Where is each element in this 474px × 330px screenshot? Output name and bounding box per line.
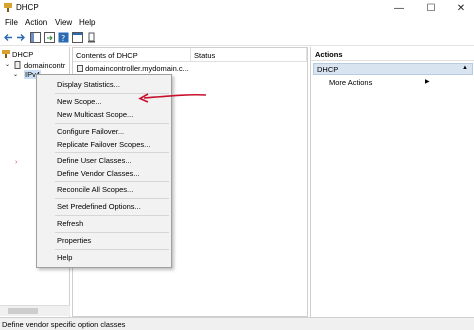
collapse-icon[interactable]: ⌄ (5, 61, 10, 68)
menu-separator (55, 232, 169, 233)
tree-item-dhcp[interactable]: DHCP (12, 50, 33, 59)
actions-pane: Actions DHCP ▲ More Actions ▶ (310, 47, 474, 317)
actions-header: Actions (311, 47, 474, 61)
dhcp-icon (2, 50, 10, 58)
scrollbar-thumb[interactable] (8, 308, 38, 314)
menu-separator (55, 181, 169, 182)
server-tree-icon (14, 61, 21, 69)
menu-separator (55, 215, 169, 216)
actions-group-dhcp[interactable]: DHCP ▲ (313, 63, 473, 75)
export-list-icon[interactable] (44, 32, 55, 43)
close-button[interactable]: ✕ (446, 0, 474, 16)
chevron-right-icon: ▶ (425, 79, 430, 85)
annotation-arrow-icon (138, 93, 207, 103)
back-arrow-icon[interactable] (3, 32, 14, 43)
server-icon (77, 65, 83, 73)
menu-item-define-user-classes[interactable]: Define User Classes... (57, 156, 132, 165)
show-tree-icon[interactable] (30, 32, 41, 43)
column-header-contents[interactable]: Contents of DHCP (73, 48, 191, 62)
minimize-button[interactable]: — (384, 0, 414, 16)
menu-separator (55, 123, 169, 124)
forward-arrow-icon[interactable] (15, 32, 26, 43)
menu-item-reconcile-all-scopes[interactable]: Reconcile All Scopes... (57, 185, 133, 194)
menu-separator (55, 249, 169, 250)
menu-separator (55, 198, 169, 199)
menu-item-help[interactable]: Help (57, 253, 72, 262)
more-actions-item[interactable]: More Actions (329, 78, 372, 87)
collapse-icon[interactable]: ⌄ (13, 71, 18, 78)
menu-item-properties[interactable]: Properties (57, 236, 91, 245)
list-item-label: domaincontroller.mydomain.c... (85, 64, 189, 73)
actions-group-label: DHCP (317, 65, 339, 74)
menu-item-configure-failover[interactable]: Configure Failover... (57, 127, 124, 136)
horizontal-scrollbar[interactable] (0, 305, 70, 316)
tree-item-server[interactable]: domaincontr (24, 61, 65, 70)
menu-item-new-multicast-scope[interactable]: New Multicast Scope... (57, 110, 133, 119)
dhcp-app-icon (4, 3, 12, 12)
window-title: DHCP (16, 3, 39, 12)
menu-item-new-scope[interactable]: New Scope... (57, 97, 102, 106)
svg-text:?: ? (61, 34, 65, 43)
help-icon[interactable]: ? (58, 32, 69, 43)
menu-help[interactable]: Help (79, 18, 95, 27)
menu-action[interactable]: Action (25, 18, 47, 27)
menu-file[interactable]: File (5, 18, 18, 27)
list-item[interactable]: domaincontroller.mydomain.c... (77, 64, 189, 73)
collapse-up-icon[interactable]: ▲ (462, 65, 468, 71)
menu-view[interactable]: View (55, 18, 72, 27)
menu-item-replicate-failover-scopes[interactable]: Replicate Failover Scopes... (57, 140, 150, 149)
menu-item-define-vendor-classes[interactable]: Define Vendor Classes... (57, 169, 140, 178)
server-icon[interactable] (86, 32, 97, 43)
menu-separator (55, 152, 169, 153)
status-bar: Define vendor specific option classes (0, 317, 474, 330)
title-bar: DHCP — ☐ ✕ (0, 0, 474, 16)
menu-item-refresh[interactable]: Refresh (57, 219, 83, 228)
console-view-icon[interactable] (72, 32, 83, 43)
menu-item-set-predefined-options[interactable]: Set Predefined Options... (57, 202, 141, 211)
menu-item-display-statistics[interactable]: Display Statistics... (57, 80, 120, 89)
column-header-status[interactable]: Status (191, 48, 307, 62)
expand-icon[interactable]: › (15, 159, 17, 166)
maximize-button[interactable]: ☐ (416, 0, 446, 16)
toolbar: ? (0, 30, 474, 46)
menu-bar: File Action View Help (0, 16, 474, 30)
